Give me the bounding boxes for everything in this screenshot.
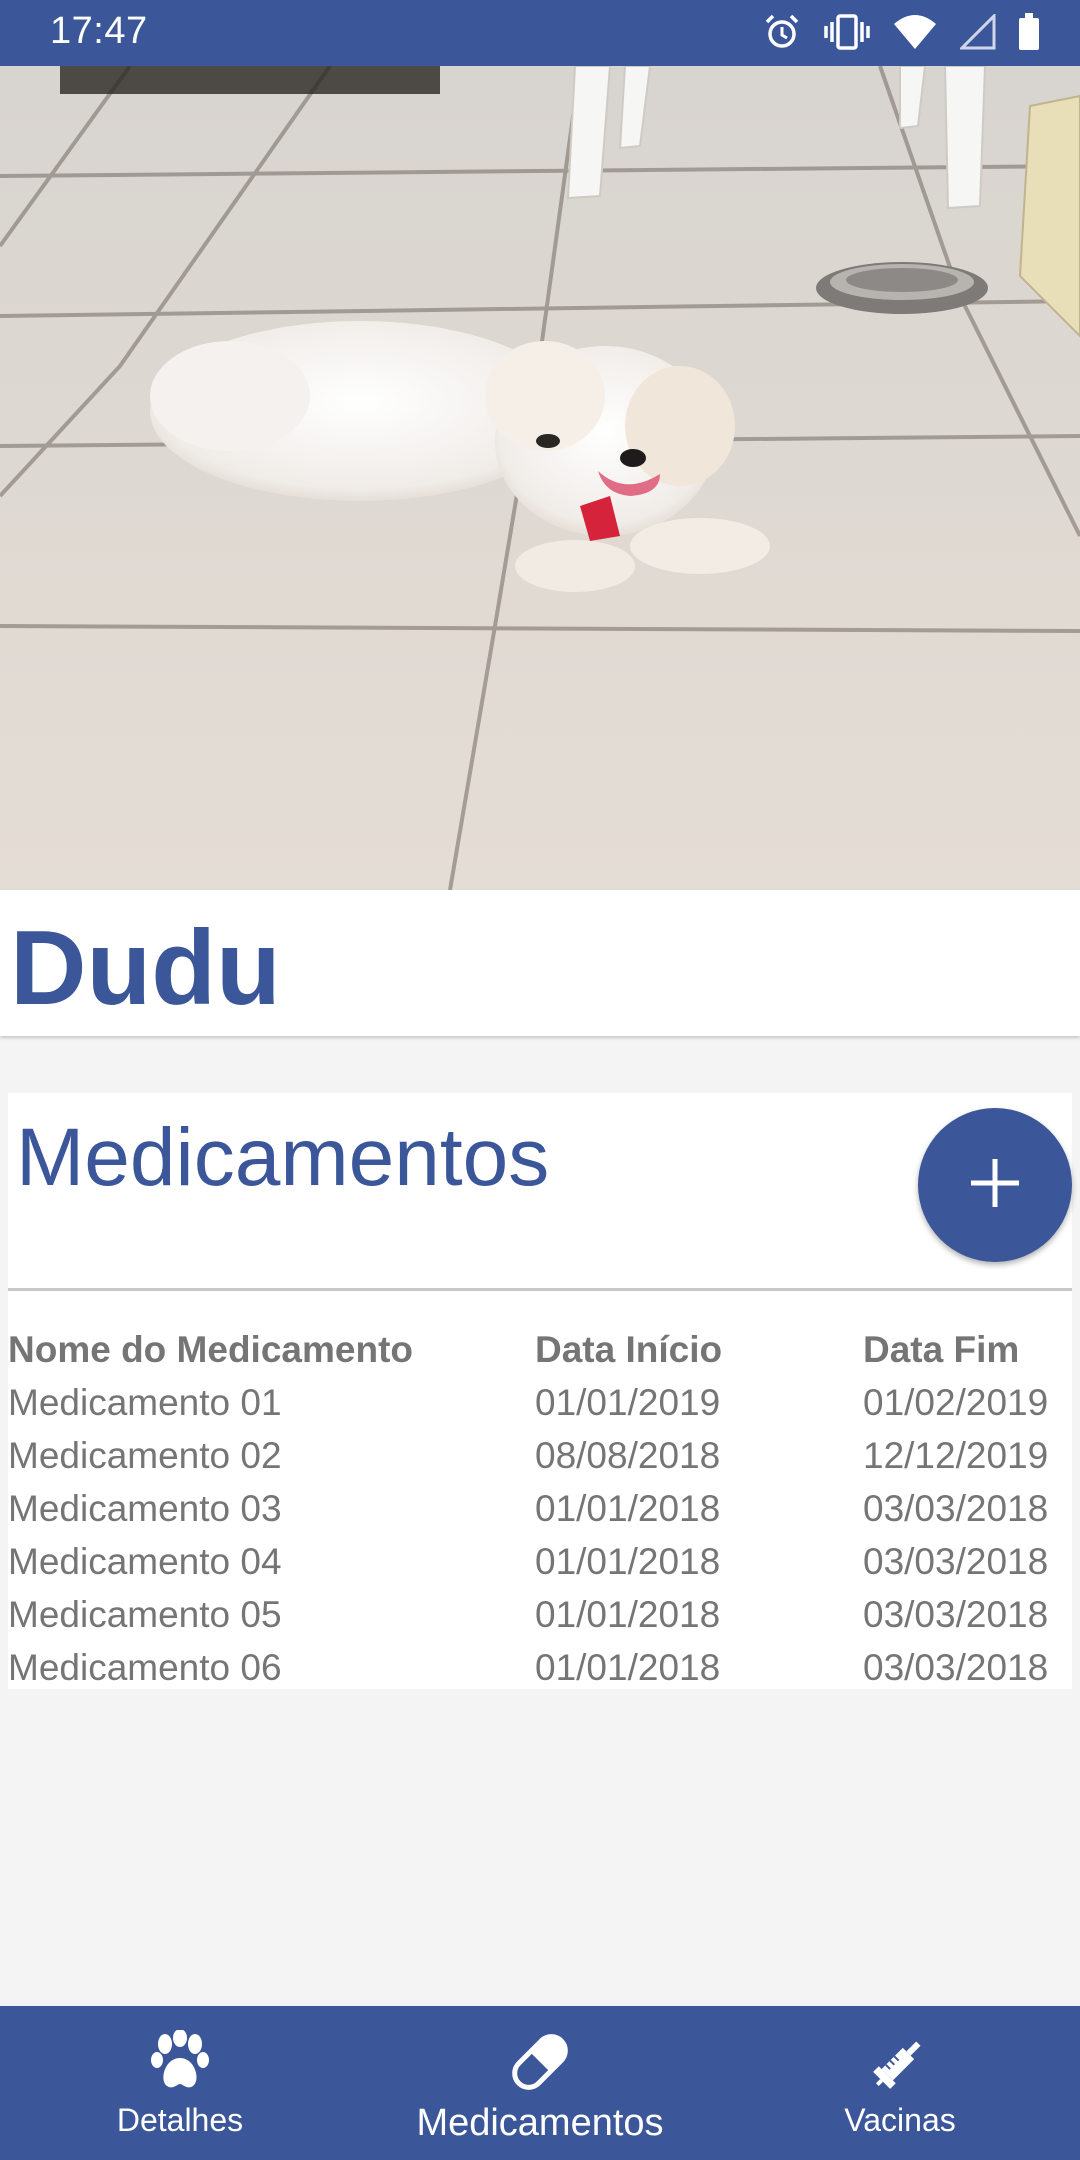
medication-start-date: 08/08/2018 bbox=[535, 1434, 721, 1476]
medications-card: Medicamentos Nome do Medicamento Data In… bbox=[8, 1093, 1072, 1689]
table-row[interactable]: Medicamento 03 01/01/2018 03/03/2018 bbox=[8, 1482, 1072, 1535]
table-row[interactable]: Medicamento 05 01/01/2018 03/03/2018 bbox=[8, 1588, 1072, 1641]
nav-item-vacinas[interactable]: Vacinas bbox=[780, 2006, 1020, 2160]
table-row[interactable]: Medicamento 02 08/08/2018 12/12/2019 bbox=[8, 1429, 1072, 1482]
medication-start-date: 01/01/2018 bbox=[535, 1487, 721, 1529]
table-row[interactable]: Medicamento 01 01/01/2019 01/02/2019 bbox=[8, 1376, 1072, 1429]
wifi-icon bbox=[892, 14, 938, 50]
status-bar: 17:47 bbox=[0, 0, 1080, 66]
status-time: 17:47 bbox=[50, 10, 148, 52]
pill-icon bbox=[506, 2026, 574, 2098]
medication-name: Medicamento 02 bbox=[8, 1434, 282, 1476]
plus-icon bbox=[967, 1155, 1023, 1216]
medication-end-date: 03/03/2018 bbox=[863, 1540, 1049, 1582]
column-header-start-date: Data Início bbox=[535, 1328, 723, 1370]
medications-title: Medicamentos bbox=[16, 1112, 550, 1203]
medication-start-date: 01/01/2019 bbox=[535, 1381, 721, 1423]
medication-start-date: 01/01/2018 bbox=[535, 1593, 721, 1635]
pet-photo bbox=[0, 66, 1080, 890]
medication-end-date: 01/02/2019 bbox=[863, 1381, 1049, 1423]
nav-item-medicamentos[interactable]: Medicamentos bbox=[390, 2006, 690, 2160]
paw-icon bbox=[151, 2026, 209, 2098]
medication-name: Medicamento 04 bbox=[8, 1540, 282, 1582]
medications-table: Nome do Medicamento Data Início Data Fim… bbox=[8, 1323, 1072, 1694]
syringe-icon bbox=[868, 2026, 932, 2098]
alarm-icon bbox=[762, 12, 802, 52]
nav-label-detalhes: Detalhes bbox=[116, 2102, 244, 2138]
pet-name: Dudu bbox=[10, 909, 281, 1027]
table-row[interactable]: Medicamento 04 01/01/2018 03/03/2018 bbox=[8, 1535, 1072, 1588]
add-medication-button[interactable] bbox=[918, 1108, 1072, 1262]
medication-name: Medicamento 03 bbox=[8, 1487, 282, 1529]
nav-label-medicamentos: Medicamentos bbox=[416, 2102, 664, 2144]
bottom-navigation: Detalhes Medicamentos Vacinas bbox=[0, 2006, 1080, 2160]
nav-item-detalhes[interactable]: Detalhes bbox=[60, 2006, 300, 2160]
medication-end-date: 03/03/2018 bbox=[863, 1593, 1049, 1635]
medication-start-date: 01/01/2018 bbox=[535, 1646, 721, 1688]
table-row[interactable]: Medicamento 06 01/01/2018 03/03/2018 bbox=[8, 1641, 1072, 1694]
divider bbox=[8, 1288, 1072, 1291]
battery-icon bbox=[1018, 13, 1040, 51]
status-icons bbox=[762, 12, 1040, 52]
pet-name-card: Dudu bbox=[0, 890, 1080, 1036]
medication-name: Medicamento 05 bbox=[8, 1593, 282, 1635]
medication-name: Medicamento 01 bbox=[8, 1381, 282, 1423]
vibrate-icon bbox=[824, 12, 870, 52]
nav-label-vacinas: Vacinas bbox=[844, 2102, 956, 2138]
medication-end-date: 03/03/2018 bbox=[863, 1646, 1049, 1688]
signal-icon bbox=[960, 14, 996, 50]
medication-start-date: 01/01/2018 bbox=[535, 1540, 721, 1582]
column-header-end-date: Data Fim bbox=[863, 1328, 1020, 1370]
medication-name: Medicamento 06 bbox=[8, 1646, 282, 1688]
table-header-row: Nome do Medicamento Data Início Data Fim bbox=[8, 1323, 1072, 1376]
medication-end-date: 03/03/2018 bbox=[863, 1487, 1049, 1529]
column-header-name: Nome do Medicamento bbox=[8, 1328, 413, 1370]
medication-end-date: 12/12/2019 bbox=[863, 1434, 1049, 1476]
